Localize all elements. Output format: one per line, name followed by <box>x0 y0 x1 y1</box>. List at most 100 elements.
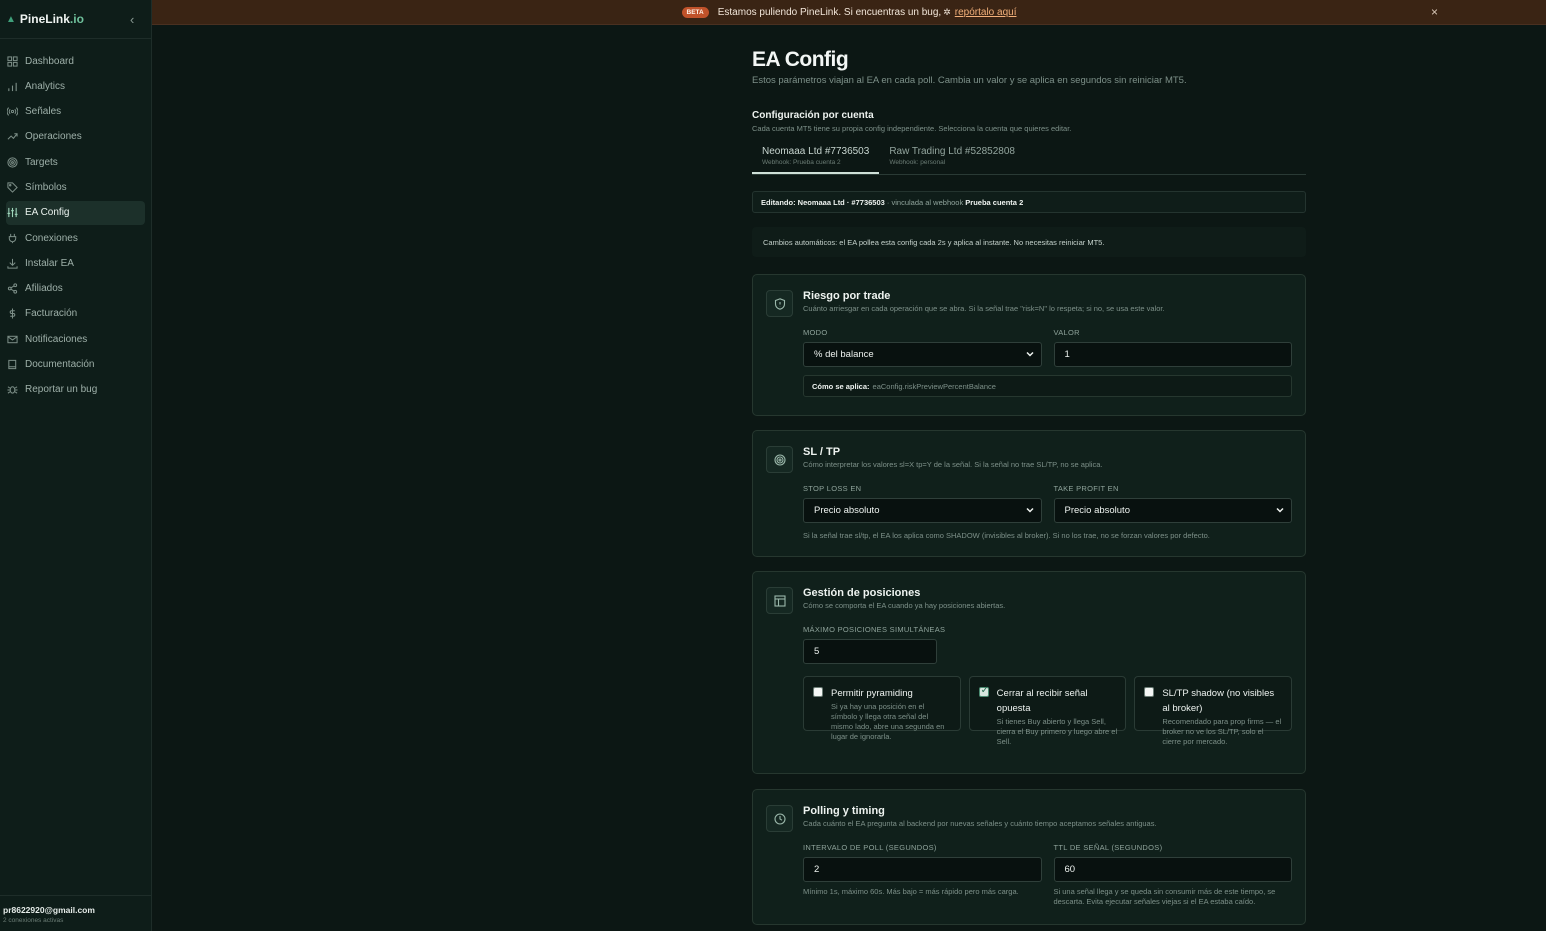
polling-card: Polling y timing Cada cuánto el EA pregu… <box>752 789 1306 925</box>
editing-middle: · vinculada al webhook <box>886 197 964 207</box>
sidebar-item-reportar-bug[interactable]: Reportar un bug <box>6 378 145 402</box>
stop-loss-select[interactable]: Precio absoluto <box>803 498 1042 523</box>
card-subtitle: Cuánto arriesgar en cada operación que s… <box>803 304 1165 313</box>
close-on-opposite-checkbox[interactable] <box>978 685 989 697</box>
editing-prefix: Editando: <box>761 197 796 207</box>
stop-loss-label: STOP LOSS EN <box>803 484 862 493</box>
bug-icon <box>6 384 18 396</box>
dollar-icon <box>6 308 18 320</box>
chevron-down-icon <box>1025 507 1034 513</box>
editing-account: Neomaaa Ltd · #7736503 <box>797 197 885 207</box>
sidebar-item-label: Afiliados <box>25 283 63 295</box>
page-title: EA Config <box>752 48 849 71</box>
sidebar-item-notificaciones[interactable]: Notificaciones <box>6 327 145 351</box>
banner-text: Estamos puliendo PineLink. Si encuentras… <box>717 6 942 18</box>
layout-icon <box>766 587 793 614</box>
user-panel[interactable]: pr8622920@gmail.com 2 conexiones activas <box>0 895 151 931</box>
sidebar-item-label: Símbolos <box>25 181 67 193</box>
sidebar-item-targets[interactable]: Targets <box>6 150 145 174</box>
sidebar-item-label: Instalar EA <box>25 257 74 269</box>
sidebar-item-documentacion[interactable]: Documentación <box>6 353 145 377</box>
risk-mode-select[interactable]: % del balance <box>803 342 1042 367</box>
sidebar-item-ea-config[interactable]: EA Config <box>6 200 145 225</box>
option-desc: Si tienes Buy abierto y llega Sell, cier… <box>996 717 1118 746</box>
collapse-sidebar-button[interactable]: ‹ <box>130 12 134 27</box>
sidebar-item-label: EA Config <box>25 207 70 219</box>
pyramiding-checkbox[interactable] <box>813 687 823 697</box>
tab-label: Raw Trading Ltd #52852808 <box>889 146 1015 157</box>
shadow-sltp-checkbox[interactable] <box>1144 687 1155 697</box>
sliders-icon <box>6 207 18 219</box>
sidebar-item-conexiones[interactable]: Conexiones <box>6 226 145 250</box>
brand[interactable]: ▲ PineLink .io <box>0 0 151 39</box>
tab-webhook: Webhook: personal <box>889 159 946 166</box>
account-config-title: Configuración por cuenta <box>752 110 874 121</box>
sltp-hint: Si la señal trae sl/tp, el EA los aplica… <box>803 531 1210 540</box>
sidebar-item-label: Reportar un bug <box>25 384 98 396</box>
pine-tree-icon: ▲ <box>6 13 16 25</box>
card-title: Polling y timing <box>803 805 885 817</box>
bar-chart-icon <box>6 80 18 92</box>
editing-banner: Editando: Neomaaa Ltd · #7736503 · vincu… <box>752 191 1306 213</box>
sidebar-item-label: Dashboard <box>25 55 74 67</box>
book-icon <box>6 359 18 371</box>
card-title: Gestión de posiciones <box>803 587 921 599</box>
sidebar-item-analytics[interactable]: Analytics <box>6 74 145 98</box>
sidebar-nav: Dashboard Analytics Señales Operaciones … <box>0 39 151 402</box>
position-options: Permitir pyramiding Si ya hay una posici… <box>803 676 1293 746</box>
account-tabs: Neomaaa Ltd #7736503 Webhook: Prueba cue… <box>752 146 1306 175</box>
signal-ttl-label: TTL DE SEÑAL (SEGUNDOS) <box>1053 843 1163 852</box>
close-on-opposite-option[interactable]: Cerrar al recibir señal opuesta Si tiene… <box>968 676 1127 746</box>
tab-label: Neomaaa Ltd #7736503 <box>762 146 870 157</box>
pyramiding-option[interactable]: Permitir pyramiding Si ya hay una posici… <box>803 676 961 741</box>
tab-account-raw-trading[interactable]: Raw Trading Ltd #52852808 Webhook: perso… <box>879 146 1025 174</box>
signal-icon <box>6 106 18 118</box>
select-value: Precio absoluto <box>814 505 880 516</box>
select-value: Precio absoluto <box>1064 505 1130 516</box>
tag-icon <box>6 181 18 193</box>
tab-webhook: Webhook: Prueba cuenta 2 <box>762 159 841 166</box>
user-connections: 2 conexiones activas <box>3 917 64 924</box>
take-profit-select[interactable]: Precio absoluto <box>1053 498 1292 523</box>
option-desc: Recomendado para prop firms — el broker … <box>1162 717 1282 746</box>
how-applied-box: Cómo se aplica: eaConfig.riskPreviewPerce… <box>803 375 1292 397</box>
chevron-down-icon <box>1276 507 1284 513</box>
sidebar-item-label: Conexiones <box>25 232 78 244</box>
share-icon <box>6 283 18 295</box>
report-bug-link[interactable]: repórtalo aquí <box>955 7 1017 18</box>
target-icon <box>766 446 793 473</box>
user-email: pr8622920@gmail.com <box>3 905 95 915</box>
sidebar-item-simbolos[interactable]: Símbolos <box>6 175 145 199</box>
close-banner-button[interactable]: × <box>1431 5 1438 19</box>
value-label: VALOR <box>1053 328 1080 337</box>
card-subtitle: Cómo se comporta el EA cuando ya hay pos… <box>803 601 1006 610</box>
shield-icon <box>766 290 793 317</box>
sidebar-item-afiliados[interactable]: Afiliados <box>6 277 145 301</box>
sidebar-item-label: Analytics <box>25 80 66 92</box>
shadow-sltp-option[interactable]: SL/TP shadow (no visibles al broker) Rec… <box>1134 676 1293 746</box>
card-subtitle: Cómo interpretar los valores sl=X tp=Y d… <box>803 460 1103 469</box>
risk-value-input[interactable]: 1 <box>1053 342 1292 367</box>
poll-interval-hint: Mínimo 1s, máximo 60s. Más bajo = más rá… <box>803 887 1019 896</box>
mode-label: MODO <box>803 328 828 337</box>
signal-ttl-input[interactable]: 60 <box>1053 857 1292 882</box>
card-title: SL / TP <box>803 446 841 458</box>
poll-interval-label: INTERVALO DE POLL (SEGUNDOS) <box>803 843 937 852</box>
target-icon <box>6 156 18 168</box>
sidebar-item-label: Señales <box>25 106 62 118</box>
beta-badge: BETA <box>681 6 709 18</box>
option-title: Cerrar al recibir señal opuesta <box>996 688 1088 714</box>
positions-card: Gestión de posiciones Cómo se comporta e… <box>752 571 1306 774</box>
sidebar-item-operaciones[interactable]: Operaciones <box>6 125 145 149</box>
max-positions-input[interactable]: 5 <box>803 639 937 664</box>
max-positions-label: MÁXIMO POSICIONES SIMULTÁNEAS <box>803 625 946 634</box>
trend-icon <box>6 131 18 143</box>
tab-account-neomaaa[interactable]: Neomaaa Ltd #7736503 Webhook: Prueba cue… <box>752 146 880 174</box>
sidebar-item-facturacion[interactable]: Facturación <box>6 302 145 326</box>
sidebar-item-senales[interactable]: Señales <box>6 100 145 124</box>
sidebar-item-instalar-ea[interactable]: Instalar EA <box>6 251 145 275</box>
page-subtitle: Estos parámetros viajan al EA en cada po… <box>752 75 1187 86</box>
sidebar-item-dashboard[interactable]: Dashboard <box>6 49 145 73</box>
account-config-subtitle: Cada cuenta MT5 tiene su propia config i… <box>752 124 1072 133</box>
poll-interval-input[interactable]: 2 <box>803 857 1042 882</box>
